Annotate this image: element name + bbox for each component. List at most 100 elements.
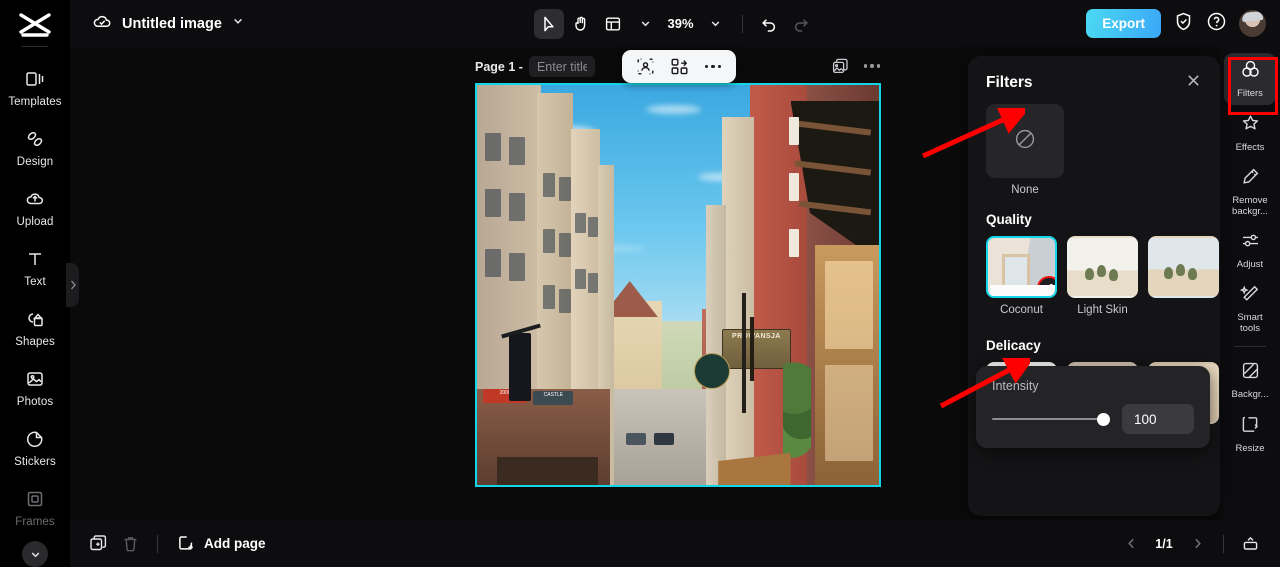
zoom-level[interactable]: 39%: [662, 16, 698, 31]
duplicate-image-icon[interactable]: [830, 56, 850, 76]
adjust-sliders-icon: [1240, 230, 1261, 256]
intensity-label: Intensity: [992, 379, 1039, 393]
zoom-chevron-down-icon[interactable]: [701, 9, 731, 39]
redo-button[interactable]: [786, 9, 816, 39]
page-header-actions: [830, 56, 882, 76]
intensity-slider[interactable]: [992, 411, 1110, 427]
filter-item-coconut[interactable]: Coconut: [986, 236, 1057, 316]
photos-icon: [23, 367, 47, 391]
filters-panel-body: None Quality Coconut Light Skin Delicacy…: [968, 104, 1220, 508]
replace-swap-icon[interactable]: [666, 54, 692, 80]
sidebar-item-shapes[interactable]: Shapes: [0, 297, 70, 357]
hand-tool-button[interactable]: [566, 9, 596, 39]
page-title-input[interactable]: [528, 56, 595, 77]
image-floating-toolbar: [622, 50, 736, 83]
sidebar-item-stickers[interactable]: Stickers: [0, 417, 70, 477]
page-more-options-icon[interactable]: [862, 56, 882, 76]
filter-none-thumbnail[interactable]: [986, 104, 1064, 178]
sidebar-item-text[interactable]: Text: [0, 237, 70, 297]
add-page-button[interactable]: Add page: [171, 529, 272, 559]
filters-panel-header: Filters: [968, 56, 1220, 104]
sidebar-expand-button[interactable]: [22, 541, 48, 567]
shapes-icon: [23, 307, 47, 331]
filter-item-quality-3[interactable]: [1148, 236, 1219, 316]
image-more-options-icon[interactable]: [700, 54, 726, 80]
rail-divider: [1234, 346, 1266, 347]
panel-title: Filters: [986, 74, 1033, 91]
filter-thumbnail[interactable]: [1148, 236, 1219, 298]
layout-tool-button[interactable]: [598, 9, 628, 39]
capcut-image-editor: Templates Design Upload Text Shapes Phot…: [0, 0, 1280, 567]
tool-label: Smart tools: [1237, 312, 1263, 334]
slider-knob[interactable]: [1097, 412, 1110, 426]
sidebar-label: Stickers: [14, 455, 56, 468]
cutout-icon[interactable]: [632, 54, 658, 80]
intensity-popover: Intensity 100: [976, 366, 1210, 448]
filter-thumbnail[interactable]: [986, 236, 1057, 298]
left-sidebar: Templates Design Upload Text Shapes Phot…: [0, 0, 70, 567]
undo-button[interactable]: [754, 9, 784, 39]
tool-resize[interactable]: Resize: [1224, 408, 1276, 460]
tool-effects[interactable]: Effects: [1224, 107, 1276, 159]
canvas-page[interactable]: 2000 CASTLE PROWANSJA: [475, 83, 881, 487]
sidebar-item-design[interactable]: Design: [0, 117, 70, 177]
tool-label: Filters: [1237, 88, 1263, 99]
filters-circles-icon: [1240, 59, 1261, 85]
sidebar-item-upload[interactable]: Upload: [0, 177, 70, 237]
page-label: Page 1 -: [475, 59, 523, 74]
filter-none-label: None: [1011, 184, 1039, 196]
tool-background[interactable]: Backgr...: [1224, 354, 1276, 406]
slider-track: [992, 418, 1110, 420]
trash-icon[interactable]: [116, 530, 144, 558]
cloud: [645, 105, 701, 114]
design-icon: [23, 127, 47, 151]
chevron-left-icon[interactable]: [1117, 530, 1145, 558]
text-icon: [23, 247, 47, 271]
tool-filters[interactable]: Filters: [1224, 53, 1276, 105]
effects-star-icon: [1240, 113, 1261, 139]
filter-thumbnail[interactable]: [1067, 236, 1138, 298]
street-photo[interactable]: 2000 CASTLE PROWANSJA: [477, 85, 879, 485]
bottombar-divider: [157, 534, 158, 553]
section-title-delicacy: Delicacy: [986, 338, 1041, 353]
tool-smart-tools[interactable]: Smart tools: [1224, 278, 1276, 339]
intensity-value-input[interactable]: 100: [1122, 404, 1194, 434]
canvas-area: Page 1 - Enter title 2000 CASTLE PROWANS…: [70, 47, 1052, 520]
toolbar-divider: [741, 14, 743, 33]
user-avatar[interactable]: [1239, 10, 1266, 37]
close-icon[interactable]: [1185, 72, 1202, 94]
intensity-row: 100: [992, 404, 1194, 434]
adjust-sliders-icon[interactable]: [1037, 276, 1055, 296]
sign-post: [750, 317, 755, 381]
sidebar-item-templates[interactable]: Templates: [0, 57, 70, 117]
climbing-plants: [782, 357, 811, 461]
tool-adjust[interactable]: Adjust: [1224, 224, 1276, 276]
layout-chevron-down-icon[interactable]: [630, 9, 660, 39]
hanging-sign: [509, 333, 532, 401]
top-toolbar: Untitled image 39% Export: [70, 0, 1280, 47]
tool-label: Remove backgr...: [1232, 195, 1268, 217]
add-page-icon: [177, 533, 196, 555]
bottombar-right: 1/1: [1117, 530, 1280, 558]
sidebar-item-photos[interactable]: Photos: [0, 357, 70, 417]
page-indicator: 1/1: [1155, 536, 1173, 551]
filters-panel: Filters None Quality Coconut Light Skin …: [968, 56, 1220, 516]
panel-collapse-handle[interactable]: [66, 263, 79, 307]
background-icon: [1240, 360, 1261, 386]
filter-item-light-skin[interactable]: Light Skin: [1067, 236, 1138, 316]
sidebar-label: Templates: [8, 95, 62, 108]
capcut-logo-icon[interactable]: [13, 10, 57, 41]
filter-label: Light Skin: [1077, 304, 1128, 316]
shop-sign: CASTLE: [533, 391, 574, 405]
tool-label: Adjust: [1236, 259, 1264, 270]
sidebar-item-frames[interactable]: Frames: [0, 477, 70, 537]
tool-label: Backgr...: [1231, 389, 1269, 400]
duplicate-page-icon[interactable]: [84, 530, 112, 558]
tool-remove-background[interactable]: Remove backgr...: [1224, 161, 1276, 222]
stickers-icon: [23, 427, 47, 451]
present-icon[interactable]: [1236, 530, 1264, 558]
select-tool-button[interactable]: [534, 8, 565, 39]
chevron-right-icon[interactable]: [1183, 530, 1211, 558]
add-page-label: Add page: [204, 536, 266, 551]
frames-icon: [23, 487, 47, 511]
